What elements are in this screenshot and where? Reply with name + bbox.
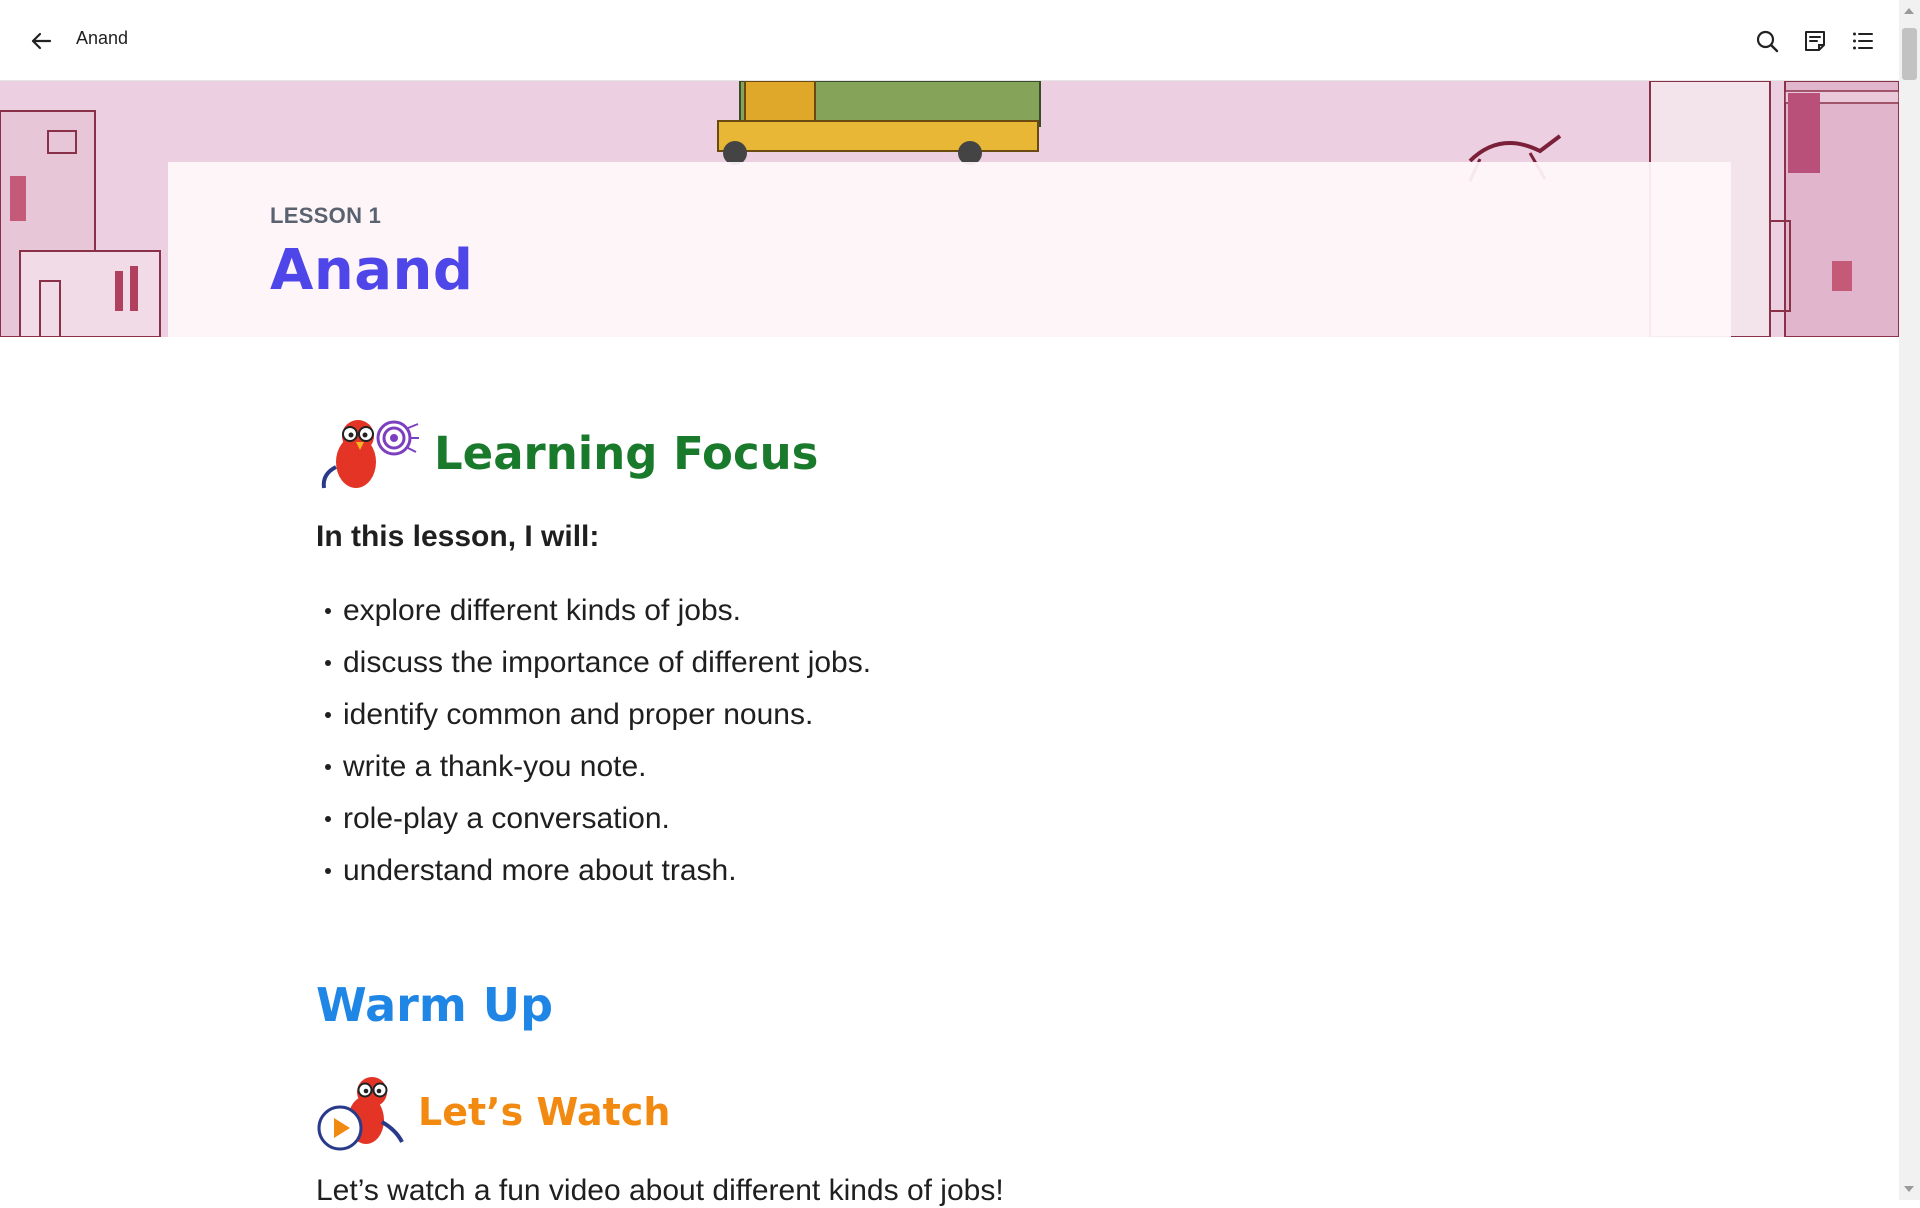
search-button[interactable] <box>1750 24 1784 58</box>
notes-icon <box>1805 31 1825 51</box>
learning-focus-header: Learning Focus <box>316 412 818 494</box>
bullet-icon <box>325 868 331 874</box>
parrot-target-mascot-icon <box>321 420 419 489</box>
table-of-contents-icon <box>1853 32 1873 50</box>
bullet-icon <box>325 660 331 666</box>
table-of-contents-button[interactable] <box>1846 24 1880 58</box>
lesson-number-label: LESSON 1 <box>270 203 382 228</box>
lets-watch-header: Let’s Watch <box>316 1070 670 1154</box>
bullet-icon <box>325 608 331 614</box>
learning-focus-intro: In this lesson, I will: <box>316 520 600 553</box>
warm-up-heading: Warm Up <box>316 978 554 1032</box>
lets-watch-heading: Let’s Watch <box>418 1090 671 1134</box>
top-bar: Anand <box>0 0 1899 81</box>
bullet-icon <box>325 816 331 822</box>
back-button[interactable] <box>24 24 58 58</box>
vertical-scrollbar[interactable] <box>1899 0 1920 1200</box>
learning-focus-heading: Learning Focus <box>434 426 819 480</box>
list-item: discuss the importance of different jobs… <box>318 637 871 689</box>
scrollbar-thumb[interactable] <box>1902 28 1917 80</box>
list-item: explore different kinds of jobs. <box>318 585 871 637</box>
lets-watch-text: Let’s watch a fun video about different … <box>316 1174 1004 1207</box>
scroll-down-arrow-icon[interactable] <box>1904 1186 1914 1192</box>
notes-button[interactable] <box>1798 24 1832 58</box>
parrot-video-mascot-icon <box>317 1077 404 1151</box>
search-icon <box>1756 30 1779 53</box>
header-title: Anand <box>76 28 129 48</box>
bullet-icon <box>325 712 331 718</box>
list-item: role-play a conversation. <box>318 793 871 845</box>
lesson-title: Anand <box>270 238 474 303</box>
learning-focus-list: explore different kinds of jobs. discuss… <box>318 585 871 897</box>
bullet-icon <box>325 764 331 770</box>
list-item: understand more about trash. <box>318 845 871 897</box>
scroll-up-arrow-icon[interactable] <box>1904 8 1914 14</box>
back-arrow-icon <box>31 32 52 50</box>
list-item: identify common and proper nouns. <box>318 689 871 741</box>
list-item: write a thank-you note. <box>318 741 871 793</box>
